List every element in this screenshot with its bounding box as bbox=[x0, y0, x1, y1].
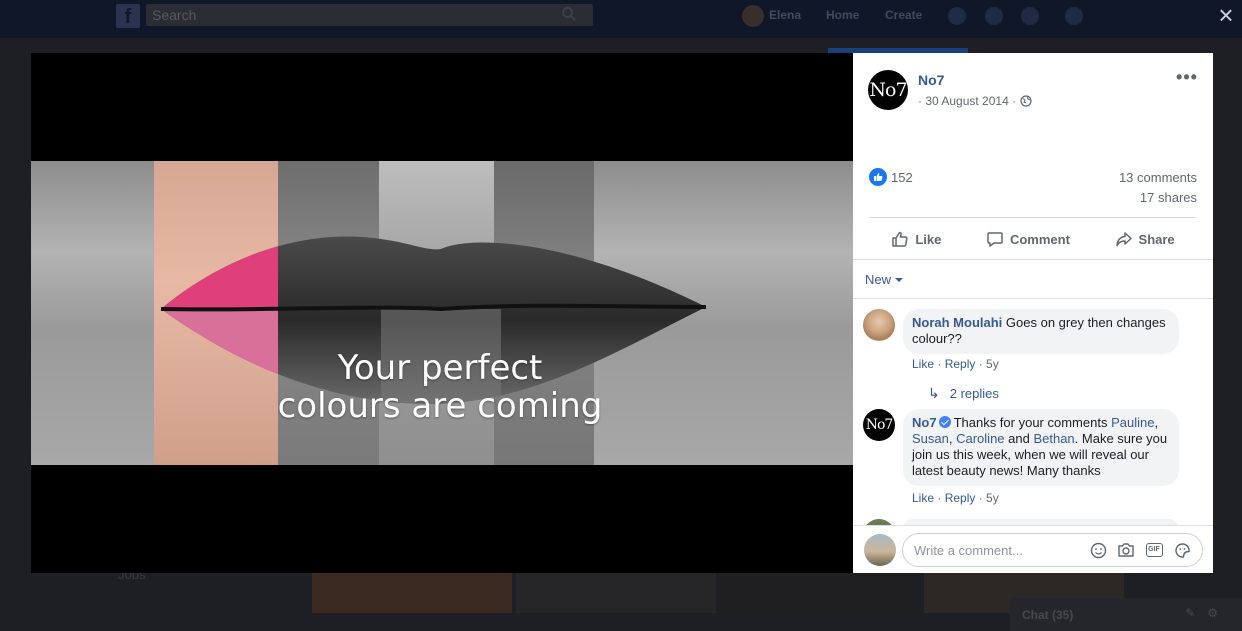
globe-icon bbox=[1020, 95, 1032, 107]
like-button[interactable]: Like bbox=[891, 230, 941, 248]
background-chat-bar: Chat (35) ✎⚙ bbox=[1010, 598, 1242, 631]
comment-reply-link[interactable]: Reply bbox=[945, 357, 976, 371]
reactions-summary[interactable]: 152 bbox=[869, 168, 913, 186]
chevron-down-icon bbox=[895, 277, 904, 282]
composer-tools: GIF bbox=[1089, 541, 1191, 559]
video-frame: Your perfect colours are coming bbox=[31, 161, 853, 465]
background-photo-thumb bbox=[720, 573, 920, 613]
share-button[interactable]: Share bbox=[1115, 230, 1175, 248]
background-search-input: Search bbox=[146, 4, 593, 26]
background-top-bar: f Search Elena Home Create bbox=[0, 0, 1242, 38]
gif-icon-label: GIF bbox=[1145, 543, 1163, 557]
post-side-panel: No7 No7 · 30 August 2014 · ••• 152 13 co… bbox=[853, 53, 1213, 573]
background-user-name: Elena bbox=[769, 8, 802, 22]
page-name-link[interactable]: No7 bbox=[918, 72, 944, 88]
post-date[interactable]: · 30 August 2014 · bbox=[918, 94, 1016, 108]
close-icon[interactable]: × bbox=[1214, 2, 1238, 28]
comment-meta: Like · Reply · 5y bbox=[912, 357, 999, 371]
comment-sort-label: New bbox=[865, 272, 892, 287]
comments-count[interactable]: 13 comments bbox=[1119, 170, 1197, 185]
comment-like-link[interactable]: Like bbox=[912, 491, 934, 505]
reply-arrow-icon: ↳ bbox=[928, 385, 940, 401]
comment-icon bbox=[987, 232, 1003, 247]
comment-age[interactable]: 5y bbox=[986, 491, 999, 505]
background-chat-label: Chat (35) bbox=[1022, 608, 1074, 622]
comment-text: Thanks for your comments bbox=[953, 415, 1112, 430]
view-replies-link[interactable]: ↳ 2 replies bbox=[928, 385, 999, 402]
post-meta: · 30 August 2014 · bbox=[918, 94, 1032, 108]
comment-button[interactable]: Comment bbox=[986, 230, 1070, 248]
mention-link[interactable]: Pauline bbox=[1111, 415, 1154, 430]
divider bbox=[853, 259, 1213, 260]
comment-sort-dropdown[interactable]: New bbox=[865, 272, 904, 287]
comment-item: Norah Moulahi Goes on grey then changes … bbox=[863, 309, 1203, 409]
comment-bubble: Norah Moulahi Goes on grey then changes … bbox=[903, 309, 1179, 354]
like-button-label: Like bbox=[915, 231, 942, 247]
mention-link[interactable]: Caroline bbox=[956, 431, 1004, 446]
comment-meta: Like · Reply · 5y bbox=[912, 491, 999, 505]
video-headline: Your perfect colours are coming bbox=[31, 349, 853, 425]
share-button-label: Share bbox=[1138, 231, 1175, 247]
headline-line-1: Your perfect bbox=[337, 348, 543, 388]
video-player[interactable]: Your perfect colours are coming bbox=[31, 53, 853, 573]
current-user-avatar bbox=[864, 534, 896, 566]
more-options-icon[interactable]: ••• bbox=[1174, 68, 1200, 89]
verified-badge-icon bbox=[938, 416, 951, 428]
comment-button-label: Comment bbox=[1009, 231, 1070, 247]
background-nav-create: Create bbox=[885, 8, 923, 22]
divider bbox=[853, 298, 1213, 299]
chat-tools-icon: ✎⚙ bbox=[1185, 606, 1230, 620]
headline-line-2: colours are coming bbox=[277, 386, 603, 426]
user-avatar bbox=[742, 5, 764, 27]
background-nav-home: Home bbox=[826, 8, 860, 22]
comment-author[interactable]: No7 bbox=[912, 415, 937, 430]
share-icon bbox=[1115, 232, 1132, 247]
comment-text-separator: and bbox=[1004, 431, 1034, 446]
comment-author[interactable]: Norah Moulahi bbox=[912, 315, 1002, 330]
camera-icon[interactable] bbox=[1117, 541, 1135, 559]
comment-composer: GIF bbox=[853, 525, 1213, 573]
notifications-icon bbox=[1021, 7, 1039, 25]
background-photo-thumb bbox=[312, 573, 512, 613]
replies-label: 2 replies bbox=[949, 386, 999, 401]
gif-icon[interactable]: GIF bbox=[1145, 541, 1163, 559]
commenter-avatar[interactable]: No7 bbox=[863, 409, 895, 441]
commenter-avatar[interactable] bbox=[863, 309, 895, 341]
like-reaction-icon bbox=[869, 168, 887, 186]
comment-bubble: No7 Thanks for your comments Pauline, Sus… bbox=[903, 409, 1179, 486]
search-icon bbox=[562, 7, 576, 21]
comment-like-link[interactable]: Like bbox=[912, 357, 934, 371]
reaction-count: 152 bbox=[891, 169, 913, 185]
shares-count[interactable]: 17 shares bbox=[1140, 190, 1197, 205]
mention-link[interactable]: Susan bbox=[912, 431, 949, 446]
comment-age[interactable]: 5y bbox=[986, 357, 999, 371]
thumbs-up-icon bbox=[892, 231, 908, 247]
background-photo-thumb bbox=[516, 573, 716, 613]
comment-reply-link[interactable]: Reply bbox=[945, 491, 976, 505]
mention-link[interactable]: Bethan bbox=[1033, 431, 1074, 446]
facebook-logo-icon: f bbox=[116, 4, 140, 28]
sticker-icon[interactable] bbox=[1173, 541, 1191, 559]
friends-icon bbox=[948, 7, 966, 25]
divider bbox=[869, 217, 1197, 218]
comment-item: No7 No7 Thanks for your comments Pauline,… bbox=[863, 409, 1203, 519]
post-actions: Like Comment Share bbox=[869, 223, 1197, 255]
messenger-icon bbox=[985, 7, 1003, 25]
help-icon bbox=[1065, 7, 1083, 25]
page-avatar[interactable]: No7 bbox=[868, 70, 908, 110]
comment-text-separator: , bbox=[1154, 415, 1159, 430]
emoji-icon[interactable] bbox=[1089, 541, 1107, 559]
